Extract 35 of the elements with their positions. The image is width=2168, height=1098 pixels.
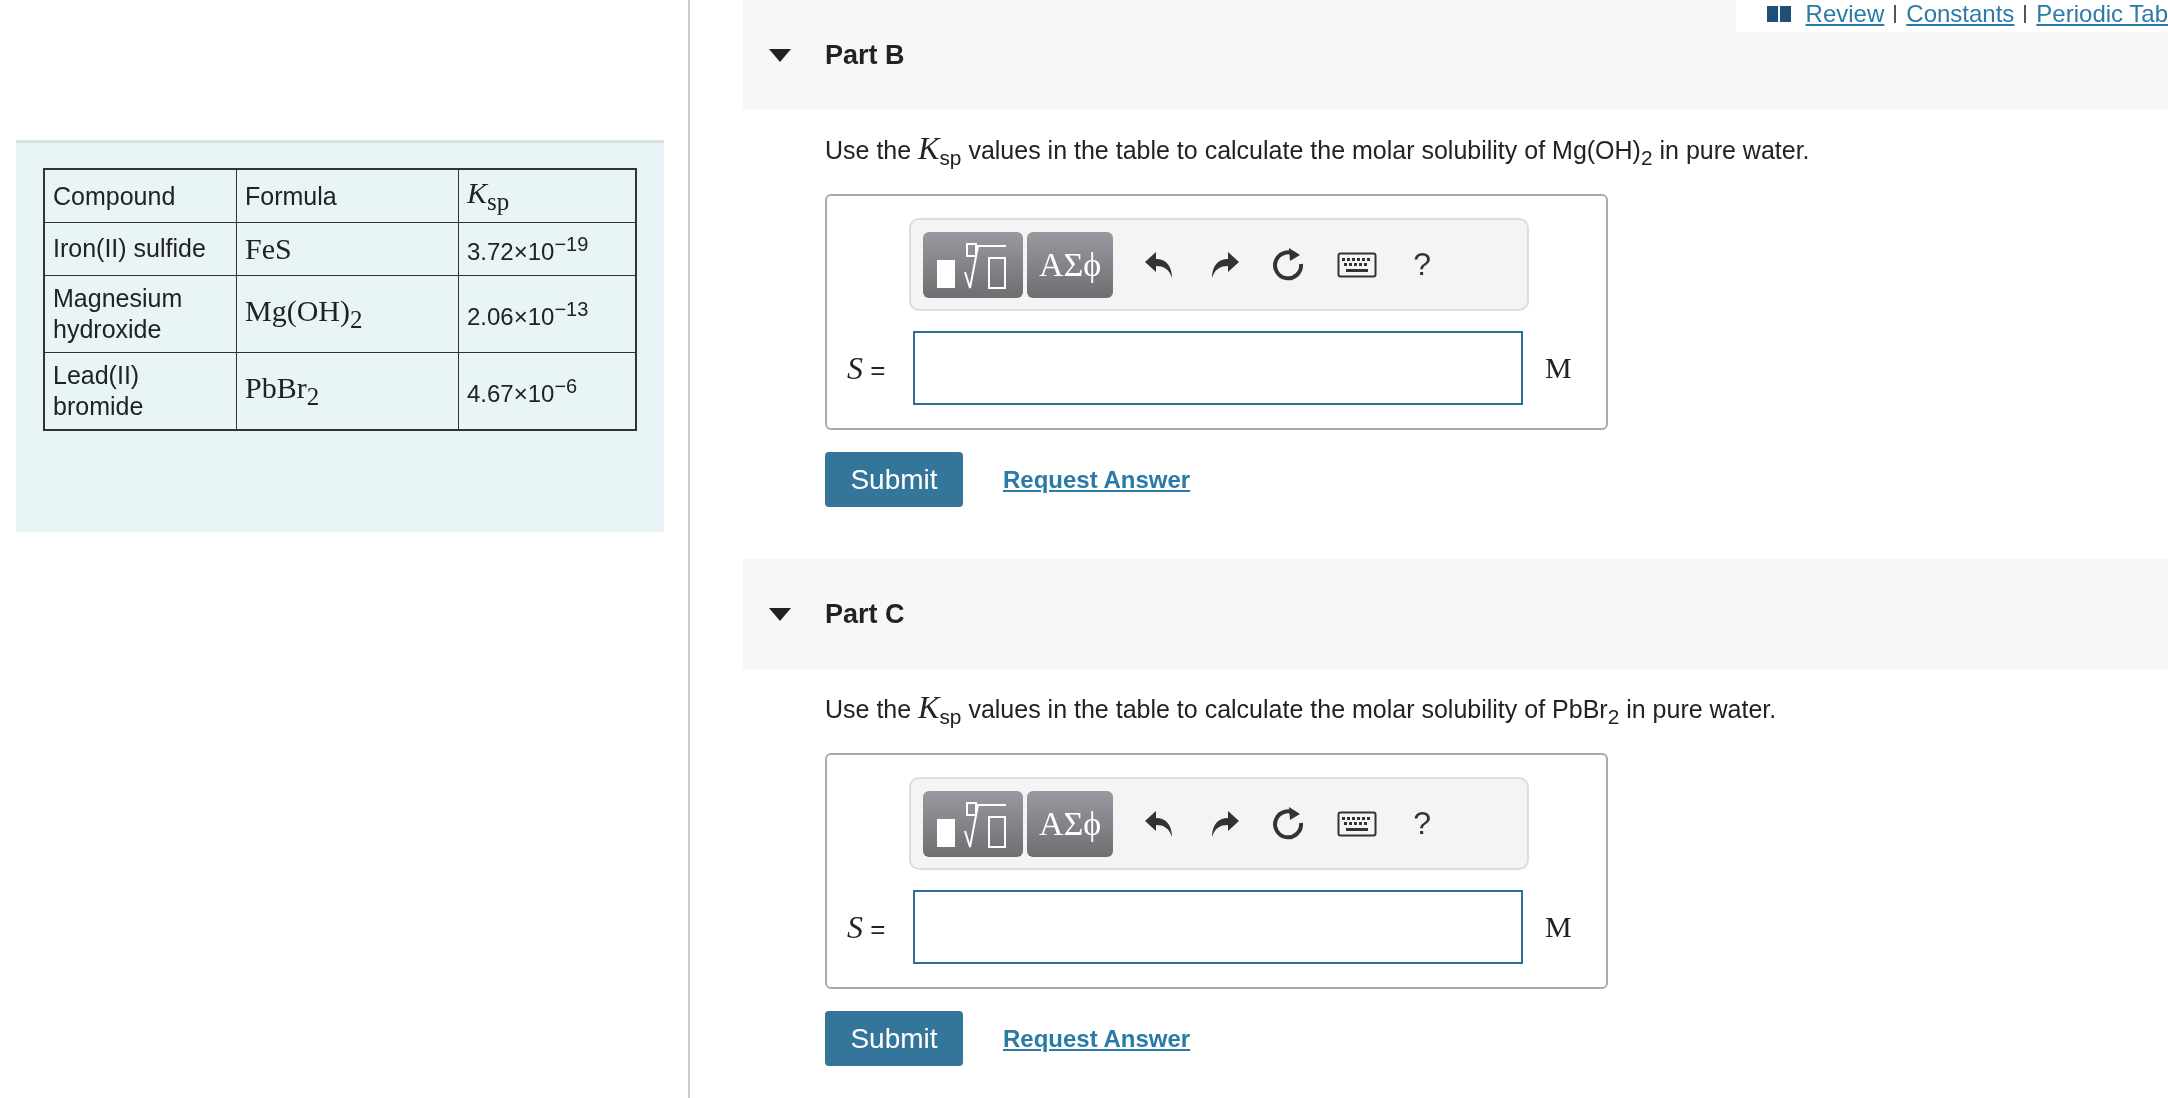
request-answer-link[interactable]: Request Answer [1003,1024,1191,1053]
table-cell: Iron(II) sulfide [44,222,237,276]
top-link[interactable]: Review [1805,0,1885,28]
unit-label: M [1545,910,1572,944]
column-header: Formula [236,169,459,223]
request-answer-link[interactable]: Request Answer [1003,465,1191,494]
variable-label: S = [847,908,887,946]
unit-label: M [1545,351,1572,385]
template-button[interactable] [923,231,1023,298]
caret-icon[interactable] [769,607,791,621]
table-cell: Magnesium hydroxide [44,275,237,353]
caret-icon[interactable] [769,48,791,62]
table-cell: FeS [236,222,459,276]
answer-field[interactable] [913,890,1523,964]
greek-button[interactable]: ΑΣϕ [1027,790,1114,857]
question-text: Use the K$_{sp}$ values in the table to calculate the molar solubility of PbBr$_{2}$ in pure water. [825,689,1778,729]
top-link[interactable]: Periodic Tab [2036,0,2168,28]
column-header: Compound [44,169,237,223]
submit-button[interactable]: Submit [825,1011,963,1066]
submit-button[interactable]: Submit [825,452,963,507]
variable-label: S = [847,349,887,387]
help-button[interactable]: ? [1407,245,1438,284]
greek-button[interactable]: ΑΣϕ [1027,231,1114,298]
table-cell: Mg(OH)$_{2}$ [236,275,459,353]
help-button[interactable]: ? [1407,804,1438,843]
keyboard-icon[interactable] [1337,251,1378,278]
keyboard-icon[interactable] [1337,810,1378,837]
book-icon [1765,5,1792,23]
part-header[interactable]: Part C [743,559,2168,669]
question-text: Use the K$_{sp}$ values in the table to calculate the molar solubility of Mg(OH)$_{2}$ in pure water. [825,130,1811,170]
part-title: Part C [825,598,905,630]
template-button[interactable] [923,790,1023,857]
top-link[interactable]: Constants [1906,0,2015,28]
answer-field[interactable] [913,331,1523,405]
part-title: Part B [825,39,905,71]
